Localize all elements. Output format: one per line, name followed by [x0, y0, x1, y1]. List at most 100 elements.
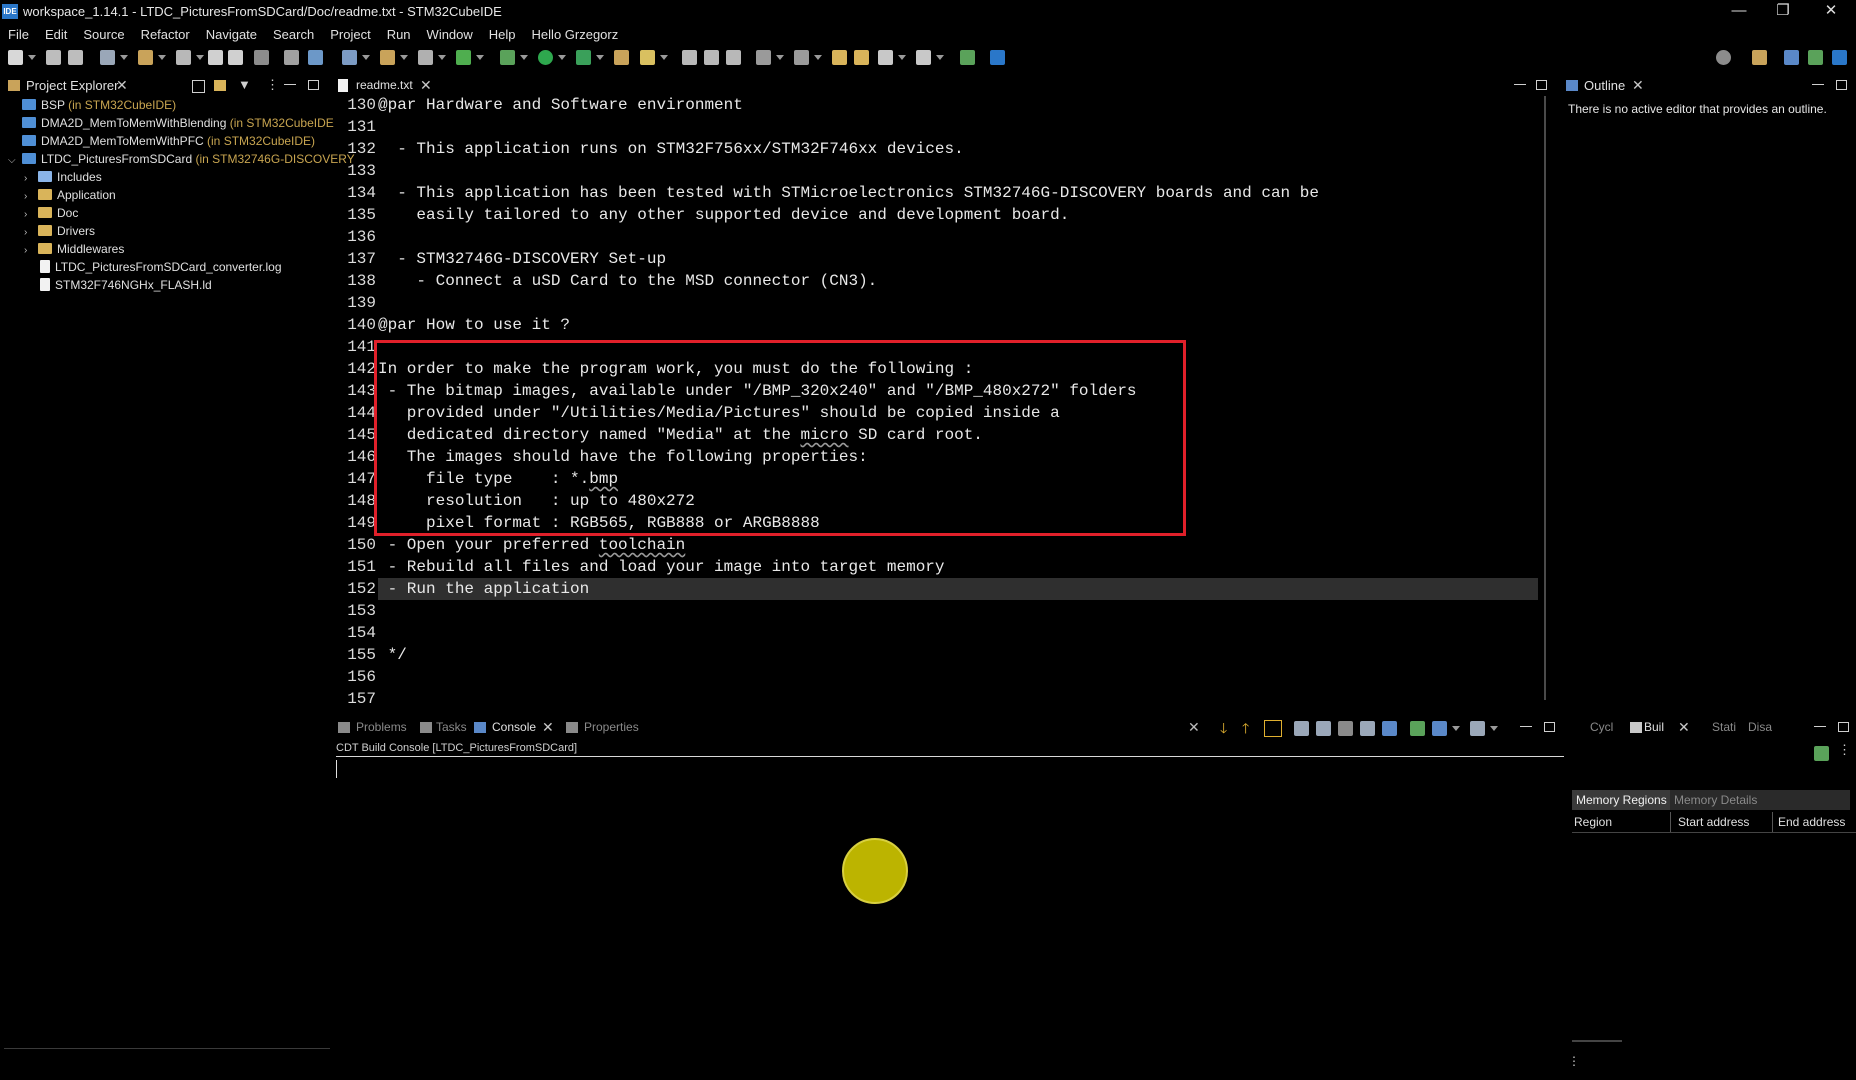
debug-icon[interactable] [500, 50, 515, 65]
editor-scrollbar[interactable] [1544, 96, 1546, 700]
close-button[interactable]: ✕ [1808, 0, 1854, 24]
cursor-icon[interactable] [254, 50, 269, 65]
tab-outline[interactable]: Outline [1584, 78, 1625, 93]
scroll-lock-icon[interactable] [1264, 720, 1282, 737]
refresh-icon[interactable] [456, 50, 471, 65]
build-config-icon[interactable] [100, 50, 115, 65]
menu-hello-user[interactable]: Hello Grzegorz [524, 24, 627, 46]
new-icon[interactable] [8, 50, 23, 65]
tree-item-application[interactable]: › Application [24, 186, 116, 204]
show-console-icon[interactable] [1316, 721, 1331, 736]
code-line[interactable]: @par Hardware and Software environment [378, 94, 743, 116]
resize-handle-icon[interactable]: ⋮ [1568, 1054, 1580, 1068]
close-icon[interactable]: ✕ [542, 719, 554, 736]
menu-edit[interactable]: Edit [37, 24, 75, 46]
code-line[interactable]: - This application runs on STM32F756xx/S… [378, 138, 964, 160]
new-project-icon[interactable] [342, 50, 357, 65]
code-line[interactable]: - STM32746G-DISCOVERY Set-up [378, 248, 666, 270]
code-line[interactable]: */ [378, 644, 407, 666]
console-selected-icon[interactable] [1382, 721, 1397, 736]
chevron-right-icon[interactable]: › [24, 242, 38, 260]
menu-source[interactable]: Source [75, 24, 132, 46]
minimize-icon[interactable] [1520, 726, 1532, 727]
tab-memory-details[interactable]: Memory Details [1670, 790, 1850, 810]
whitespace-icon[interactable] [726, 50, 741, 65]
column-end-address[interactable]: End address [1778, 815, 1845, 829]
open-perspective-icon[interactable] [308, 50, 323, 65]
maximize-icon[interactable] [1544, 722, 1555, 732]
tree-item-ltdc-project[interactable]: ⌵ LTDC_PicturesFromSDCard (in STM32746G-D… [8, 150, 355, 168]
code-line[interactable]: - Connect a uSD Card to the MSD connecto… [378, 270, 877, 292]
annotation-next-icon[interactable] [756, 50, 771, 65]
tree-item-includes[interactable]: › Includes [24, 168, 102, 186]
menu-navigate[interactable]: Navigate [198, 24, 265, 46]
tree-item-dma2d-pfc[interactable]: DMA2D_MemToMemWithPFC (in STM32CubeIDE) [22, 132, 315, 150]
tree-item-middlewares[interactable]: › Middlewares [24, 240, 124, 258]
cpp-perspective-icon[interactable] [1784, 50, 1799, 65]
mx-perspective-icon[interactable] [1832, 50, 1847, 65]
build-icon[interactable] [138, 50, 153, 65]
tab-readme[interactable]: readme.txt [356, 78, 413, 92]
info-icon[interactable] [990, 50, 1005, 65]
code-line[interactable]: - Run the application [378, 578, 590, 600]
arrow-down-icon[interactable]: 🡓 [1220, 718, 1227, 742]
maximize-icon[interactable] [308, 80, 319, 90]
build-all-icon[interactable] [176, 50, 191, 65]
debug-perspective-icon[interactable] [1808, 50, 1823, 65]
column-start-address[interactable]: Start address [1678, 815, 1749, 829]
close-icon[interactable]: ✕ [116, 77, 128, 94]
close-icon[interactable]: ✕ [420, 77, 432, 94]
back-icon[interactable] [878, 50, 893, 65]
tab-disassembly[interactable]: Disa [1748, 720, 1772, 734]
display-console-icon[interactable] [1360, 721, 1375, 736]
clear-console-icon[interactable]: ✕ [1188, 719, 1200, 736]
tree-item-linker-script[interactable]: STM32F746NGHx_FLASH.ld [40, 276, 212, 294]
tree-item-bsp[interactable]: BSP (in STM32CubeIDE) [22, 96, 176, 114]
code-line[interactable]: - Rebuild all files and load your image … [378, 556, 945, 578]
annotation-prev-icon[interactable] [794, 50, 809, 65]
minimize-button[interactable]: — [1716, 0, 1762, 24]
open-console-icon[interactable] [960, 50, 975, 65]
open-folder-icon[interactable] [380, 50, 395, 65]
tab-project-explorer[interactable]: Project Explorer [26, 78, 118, 93]
code-line[interactable]: - Open your preferred toolchain [378, 534, 686, 556]
tree-item-drivers[interactable]: › Drivers [24, 222, 95, 240]
menu-search[interactable]: Search [265, 24, 322, 46]
menu-project[interactable]: Project [322, 24, 378, 46]
horizontal-scrollbar[interactable] [1572, 1040, 1622, 1042]
open-console-icon[interactable] [1410, 721, 1425, 736]
maximize-icon[interactable] [1838, 722, 1849, 732]
forward-icon[interactable] [916, 50, 931, 65]
code-line[interactable]: - This application has been tested with … [378, 182, 1319, 204]
collapse-all-icon[interactable] [192, 80, 205, 93]
maximize-icon[interactable] [1836, 80, 1847, 90]
highlight-icon[interactable] [640, 50, 655, 65]
close-icon[interactable]: ✕ [1632, 77, 1644, 94]
minimize-icon[interactable] [1814, 726, 1826, 727]
chevron-down-icon[interactable]: ⌵ [8, 152, 22, 170]
minimize-icon[interactable] [284, 84, 296, 85]
close-icon[interactable]: ✕ [1678, 719, 1690, 736]
arrow-up-icon[interactable]: 🡑 [1242, 718, 1249, 742]
minimize-icon[interactable] [1812, 84, 1824, 85]
tab-tasks[interactable]: Tasks [436, 720, 467, 734]
tab-static-stack[interactable]: Stati [1712, 720, 1736, 734]
block-select-icon[interactable] [704, 50, 719, 65]
menu-refactor[interactable]: Refactor [133, 24, 198, 46]
perspective-icon[interactable] [1752, 50, 1767, 65]
menu-run[interactable]: Run [379, 24, 419, 46]
filter-icon[interactable]: ▼ [238, 77, 251, 92]
run-icon[interactable] [538, 50, 553, 65]
open-type-icon[interactable] [614, 50, 629, 65]
redo-icon[interactable] [228, 50, 243, 65]
menu-file[interactable]: File [0, 24, 37, 46]
tab-problems[interactable]: Problems [356, 720, 407, 734]
word-wrap-icon[interactable] [1294, 721, 1309, 736]
tab-properties[interactable]: Properties [584, 720, 639, 734]
save-icon[interactable] [46, 50, 61, 65]
code-line[interactable]: easily tailored to any other supported d… [378, 204, 1069, 226]
tab-memory-regions[interactable]: Memory Regions [1572, 790, 1671, 810]
new-file-icon[interactable] [418, 50, 433, 65]
tree-item-dma2d-blending[interactable]: DMA2D_MemToMemWithBlending (in STM32Cube… [22, 114, 334, 132]
tree-item-doc[interactable]: › Doc [24, 204, 78, 222]
